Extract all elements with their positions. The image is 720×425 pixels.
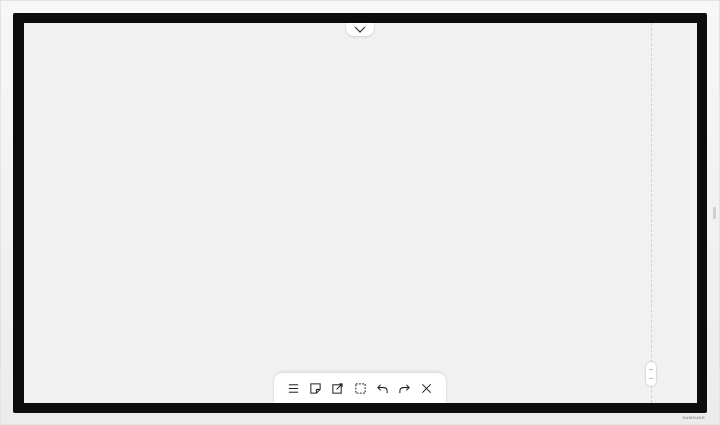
- select-area-button[interactable]: [351, 379, 369, 397]
- grip-icon: [649, 369, 653, 379]
- import-note-icon: [332, 382, 343, 394]
- flip-display-device: SAMSUNG: [0, 0, 720, 425]
- brand-logo: SAMSUNG: [682, 415, 705, 420]
- side-button: [713, 207, 716, 219]
- redo-icon: [399, 383, 410, 393]
- top-pull-tab[interactable]: [346, 23, 374, 36]
- close-icon: [422, 383, 432, 393]
- import-note-button[interactable]: [329, 379, 347, 397]
- sticky-note-button[interactable]: [307, 379, 325, 397]
- side-panel-handle[interactable]: [646, 362, 656, 386]
- undo-button[interactable]: [373, 379, 391, 397]
- redo-button[interactable]: [396, 379, 414, 397]
- bottom-toolbar: [274, 373, 446, 403]
- side-guide-line: [651, 23, 652, 403]
- select-area-icon: [354, 382, 366, 394]
- whiteboard-canvas[interactable]: [24, 23, 697, 403]
- chevron-down-icon: [354, 26, 366, 33]
- undo-icon: [376, 383, 388, 393]
- sticky-note-icon: [310, 382, 321, 394]
- menu-button[interactable]: [284, 379, 302, 397]
- menu-icon: [288, 383, 298, 393]
- close-button[interactable]: [418, 379, 436, 397]
